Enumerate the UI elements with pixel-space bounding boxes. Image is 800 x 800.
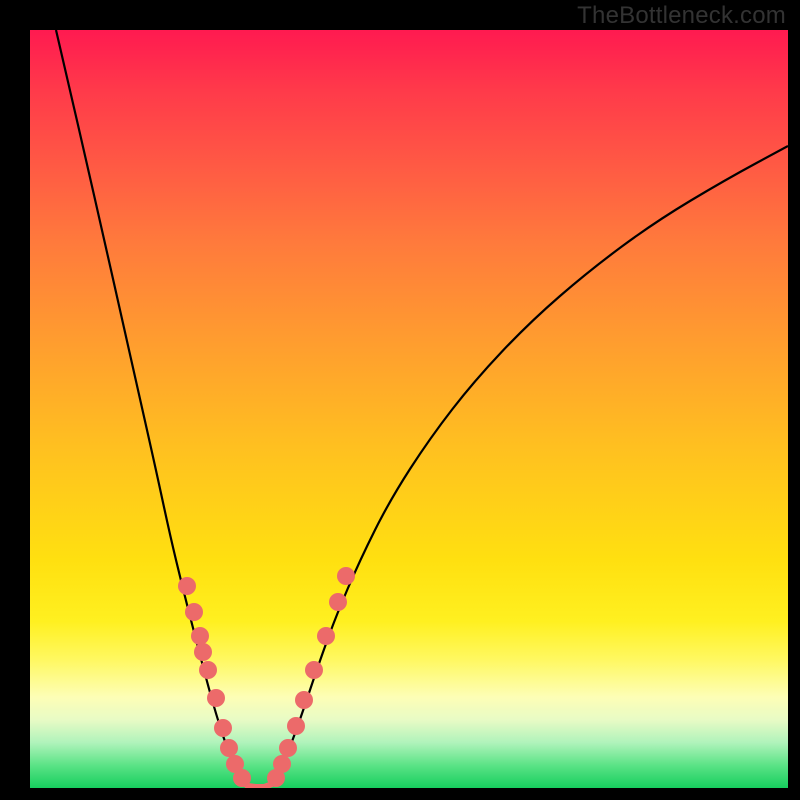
marker-dot — [194, 643, 212, 661]
markers-left — [178, 577, 251, 787]
marker-dot — [178, 577, 196, 595]
marker-dot — [220, 739, 238, 757]
marker-dot — [305, 661, 323, 679]
marker-dot — [185, 603, 203, 621]
curves-svg — [30, 30, 788, 788]
marker-dot — [191, 627, 209, 645]
marker-dot — [337, 567, 355, 585]
marker-dot — [287, 717, 305, 735]
marker-dot — [199, 661, 217, 679]
markers-right — [267, 567, 355, 787]
chart-frame: TheBottleneck.com — [0, 0, 800, 800]
plot-area — [30, 30, 788, 788]
curve-left — [56, 30, 248, 786]
marker-dot — [329, 593, 347, 611]
curve-right — [268, 146, 788, 786]
marker-dot — [279, 739, 297, 757]
marker-dot — [233, 769, 251, 787]
marker-dot — [317, 627, 335, 645]
marker-dot — [273, 755, 291, 773]
watermark-text: TheBottleneck.com — [577, 2, 786, 30]
marker-dot — [207, 689, 225, 707]
marker-dot — [214, 719, 232, 737]
marker-dot — [295, 691, 313, 709]
